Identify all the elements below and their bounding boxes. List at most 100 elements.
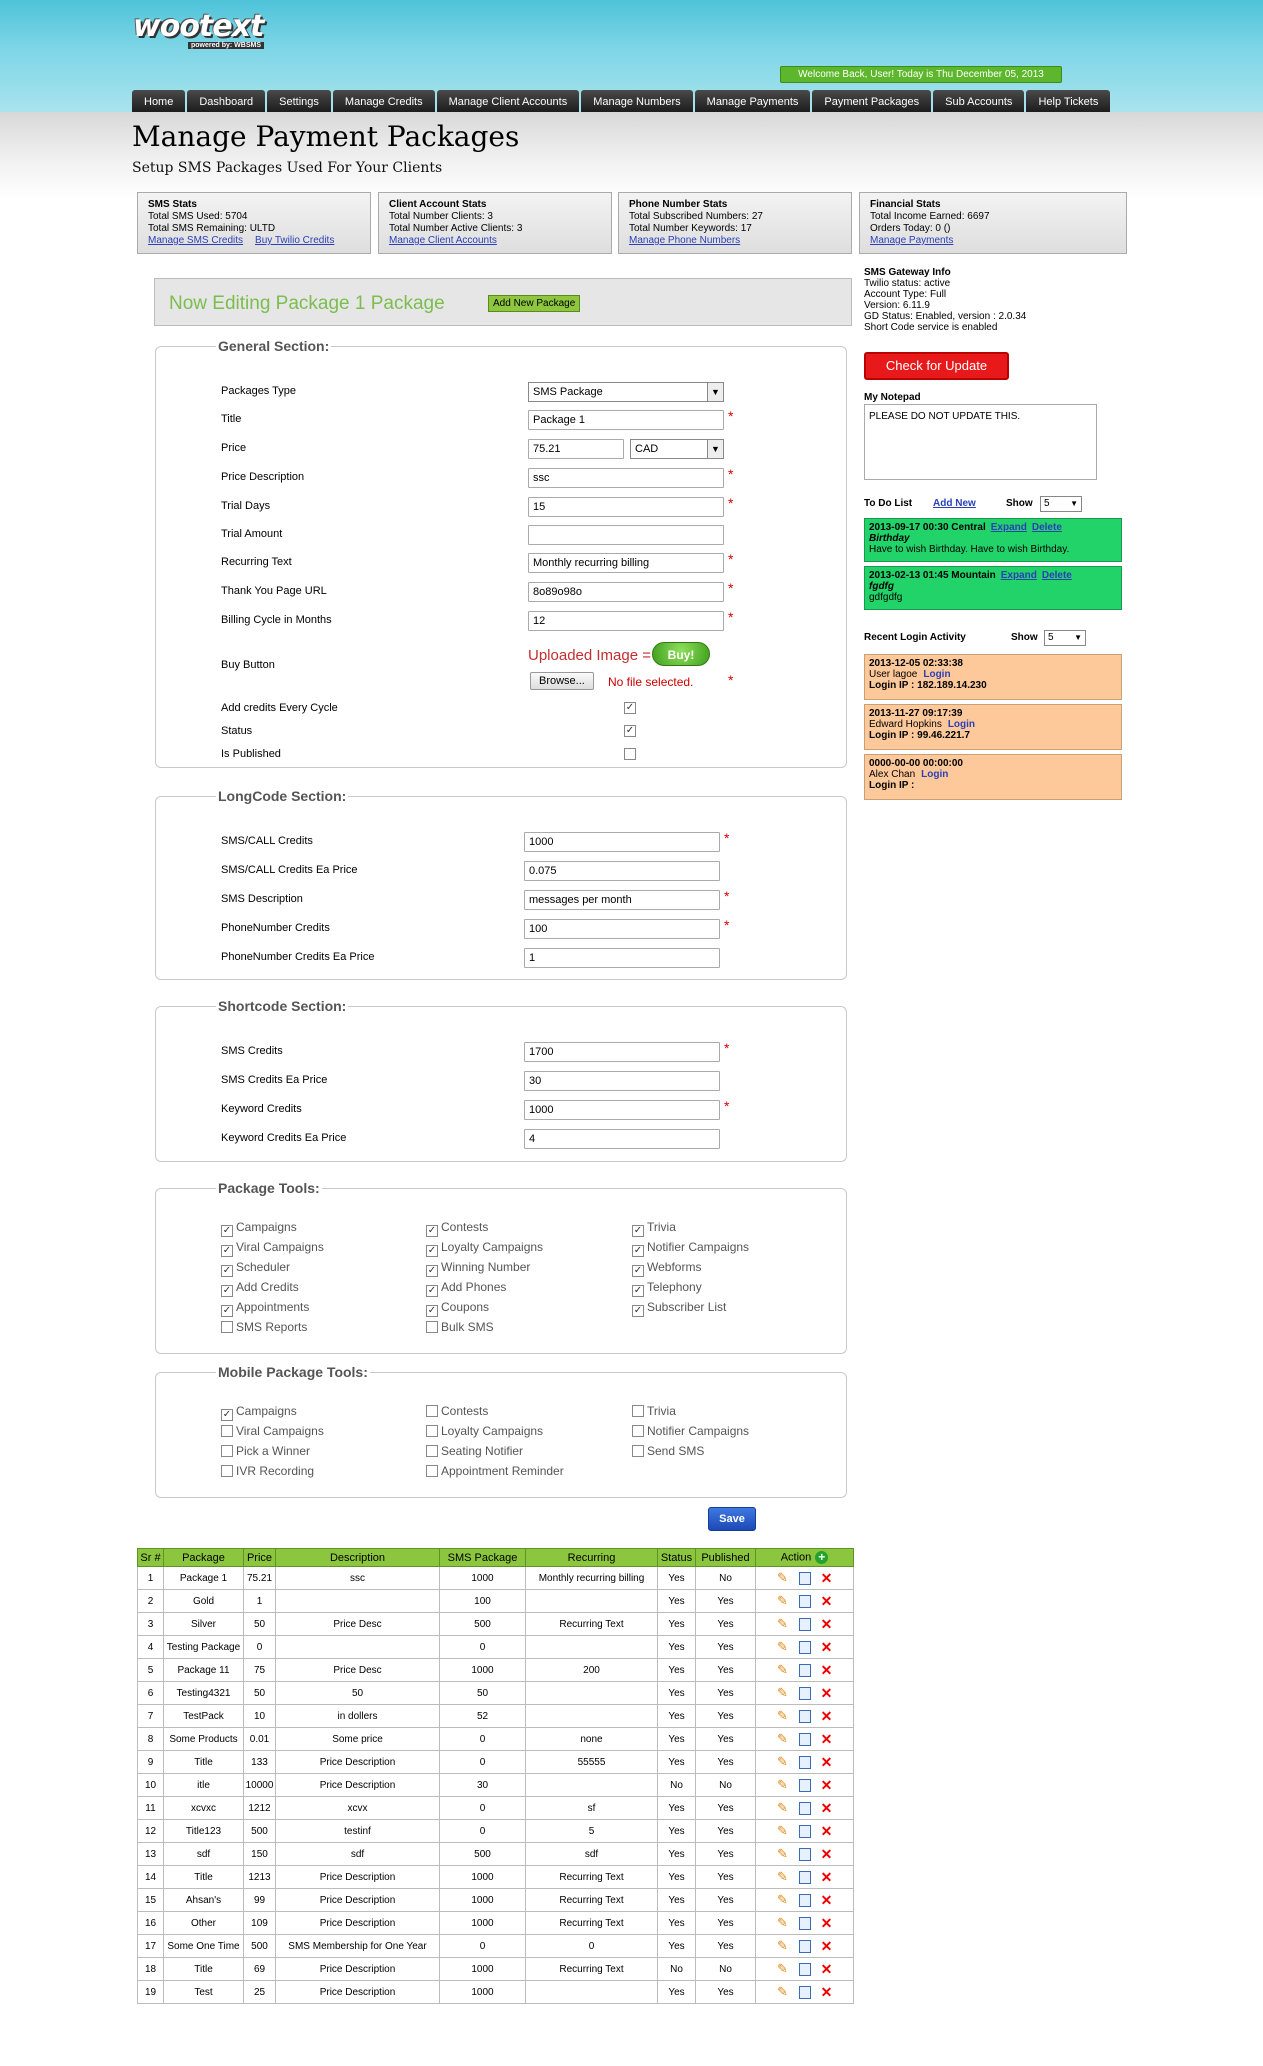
- nav-tab-manage-client-accounts[interactable]: Manage Client Accounts: [436, 90, 580, 112]
- delete-x-icon[interactable]: ✕: [821, 1801, 833, 1815]
- delete-x-icon[interactable]: ✕: [821, 1778, 833, 1792]
- nav-tab-manage-credits[interactable]: Manage Credits: [332, 90, 435, 112]
- tool-option[interactable]: IVR Recording: [221, 1464, 314, 1478]
- edit-pencil-icon[interactable]: ✎: [777, 1962, 789, 1975]
- delete-x-icon[interactable]: ✕: [821, 1640, 833, 1654]
- todo-expand-link[interactable]: Expand: [991, 522, 1027, 533]
- add-package-plus-icon[interactable]: +: [815, 1551, 829, 1564]
- tool-checkbox[interactable]: [426, 1425, 438, 1437]
- tool-option[interactable]: ✓ Notifier Campaigns: [632, 1240, 749, 1257]
- view-document-icon[interactable]: [798, 1732, 811, 1746]
- edit-pencil-icon[interactable]: ✎: [777, 1824, 789, 1837]
- tool-option[interactable]: ✓ Winning Number: [426, 1260, 530, 1277]
- edit-pencil-icon[interactable]: ✎: [777, 1709, 789, 1722]
- delete-x-icon[interactable]: ✕: [821, 1594, 833, 1608]
- keyword-credits-price-input[interactable]: 4: [524, 1129, 720, 1149]
- manage-client-accounts-link[interactable]: Manage Client Accounts: [389, 235, 497, 246]
- todo-expand-link[interactable]: Expand: [1001, 570, 1037, 581]
- view-document-icon[interactable]: [798, 1778, 811, 1792]
- delete-x-icon[interactable]: ✕: [821, 1939, 833, 1953]
- sms-call-credits-input[interactable]: 1000: [524, 832, 720, 852]
- edit-pencil-icon[interactable]: ✎: [777, 1801, 789, 1814]
- buy-button-image[interactable]: Buy!: [652, 642, 710, 666]
- tool-option[interactable]: Send SMS: [632, 1444, 704, 1458]
- view-document-icon[interactable]: [798, 1962, 811, 1976]
- tool-checkbox[interactable]: ✓: [221, 1265, 233, 1277]
- price-input[interactable]: 75.21: [528, 439, 624, 459]
- tool-option[interactable]: Loyalty Campaigns: [426, 1424, 543, 1438]
- thank-you-url-input[interactable]: 8o89o98o: [528, 582, 724, 602]
- delete-x-icon[interactable]: ✕: [821, 1617, 833, 1631]
- nav-tab-dashboard[interactable]: Dashboard: [187, 90, 266, 112]
- check-for-update-button[interactable]: Check for Update: [864, 352, 1009, 380]
- tool-option[interactable]: ✓ Coupons: [426, 1300, 489, 1317]
- view-document-icon[interactable]: [798, 1985, 811, 1999]
- todo-delete-link[interactable]: Delete: [1042, 570, 1072, 581]
- tool-checkbox[interactable]: [426, 1321, 438, 1333]
- edit-pencil-icon[interactable]: ✎: [777, 1847, 789, 1860]
- phonenumber-credits-input[interactable]: 100: [524, 919, 720, 939]
- tool-checkbox[interactable]: ✓: [632, 1225, 644, 1237]
- tool-checkbox[interactable]: [632, 1425, 644, 1437]
- nav-tab-sub-accounts[interactable]: Sub Accounts: [933, 90, 1025, 112]
- billing-cycle-input[interactable]: 12: [528, 611, 724, 631]
- delete-x-icon[interactable]: ✕: [821, 1870, 833, 1884]
- tool-checkbox[interactable]: ✓: [426, 1265, 438, 1277]
- view-document-icon[interactable]: [798, 1939, 811, 1953]
- tool-checkbox[interactable]: ✓: [426, 1305, 438, 1317]
- tool-option[interactable]: Pick a Winner: [221, 1444, 310, 1458]
- add-new-package-button[interactable]: Add New Package: [488, 295, 581, 312]
- edit-pencil-icon[interactable]: ✎: [777, 1870, 789, 1883]
- login-link[interactable]: Login: [921, 769, 948, 780]
- sms-credits-input[interactable]: 1700: [524, 1042, 720, 1062]
- edit-pencil-icon[interactable]: ✎: [777, 1916, 789, 1929]
- nav-tab-payment-packages[interactable]: Payment Packages: [812, 90, 932, 112]
- tool-checkbox[interactable]: [426, 1405, 438, 1417]
- tool-option[interactable]: Notifier Campaigns: [632, 1424, 749, 1438]
- notepad-textarea[interactable]: PLEASE DO NOT UPDATE THIS.: [864, 404, 1097, 480]
- tool-checkbox[interactable]: [221, 1465, 233, 1477]
- edit-pencil-icon[interactable]: ✎: [777, 1778, 789, 1791]
- manage-sms-credits-link[interactable]: Manage SMS Credits: [148, 235, 243, 246]
- delete-x-icon[interactable]: ✕: [821, 1847, 833, 1861]
- view-document-icon[interactable]: [798, 1824, 811, 1838]
- tool-option[interactable]: ✓ Trivia: [632, 1220, 676, 1237]
- manage-payments-link[interactable]: Manage Payments: [870, 235, 953, 246]
- sms-call-credits-price-input[interactable]: 0.075: [524, 861, 720, 881]
- wootext-logo[interactable]: wootext powered by: WBSMS: [133, 12, 273, 52]
- edit-pencil-icon[interactable]: ✎: [777, 1732, 789, 1745]
- tool-checkbox[interactable]: ✓: [632, 1245, 644, 1257]
- status-checkbox[interactable]: ✓: [624, 725, 636, 737]
- tool-option[interactable]: ✓ Scheduler: [221, 1260, 290, 1277]
- edit-pencil-icon[interactable]: ✎: [777, 1571, 789, 1584]
- keyword-credits-input[interactable]: 1000: [524, 1100, 720, 1120]
- tool-checkbox[interactable]: [221, 1321, 233, 1333]
- delete-x-icon[interactable]: ✕: [821, 1893, 833, 1907]
- nav-tab-manage-numbers[interactable]: Manage Numbers: [581, 90, 693, 112]
- trial-amount-input[interactable]: [528, 525, 724, 545]
- edit-pencil-icon[interactable]: ✎: [777, 1686, 789, 1699]
- tool-checkbox[interactable]: [426, 1465, 438, 1477]
- view-document-icon[interactable]: [798, 1594, 811, 1608]
- delete-x-icon[interactable]: ✕: [821, 1663, 833, 1677]
- delete-x-icon[interactable]: ✕: [821, 1824, 833, 1838]
- tool-option[interactable]: ✓ Appointments: [221, 1300, 309, 1317]
- delete-x-icon[interactable]: ✕: [821, 1755, 833, 1769]
- nav-tab-home[interactable]: Home: [132, 90, 186, 112]
- delete-x-icon[interactable]: ✕: [821, 1916, 833, 1930]
- tool-option[interactable]: ✓ Webforms: [632, 1260, 701, 1277]
- tool-checkbox[interactable]: ✓: [221, 1305, 233, 1317]
- tool-checkbox[interactable]: [221, 1425, 233, 1437]
- tool-option[interactable]: ✓ Add Phones: [426, 1280, 506, 1297]
- delete-x-icon[interactable]: ✕: [821, 1962, 833, 1976]
- tool-checkbox[interactable]: ✓: [632, 1265, 644, 1277]
- add-credits-every-cycle-checkbox[interactable]: ✓: [624, 702, 636, 714]
- view-document-icon[interactable]: [798, 1617, 811, 1631]
- delete-x-icon[interactable]: ✕: [821, 1571, 833, 1585]
- todo-add-new-link[interactable]: Add New: [933, 498, 976, 509]
- buy-twilio-credits-link[interactable]: Buy Twilio Credits: [255, 235, 334, 246]
- view-document-icon[interactable]: [798, 1640, 811, 1654]
- edit-pencil-icon[interactable]: ✎: [777, 1893, 789, 1906]
- tool-option[interactable]: ✓ Loyalty Campaigns: [426, 1240, 543, 1257]
- tool-checkbox[interactable]: [221, 1445, 233, 1457]
